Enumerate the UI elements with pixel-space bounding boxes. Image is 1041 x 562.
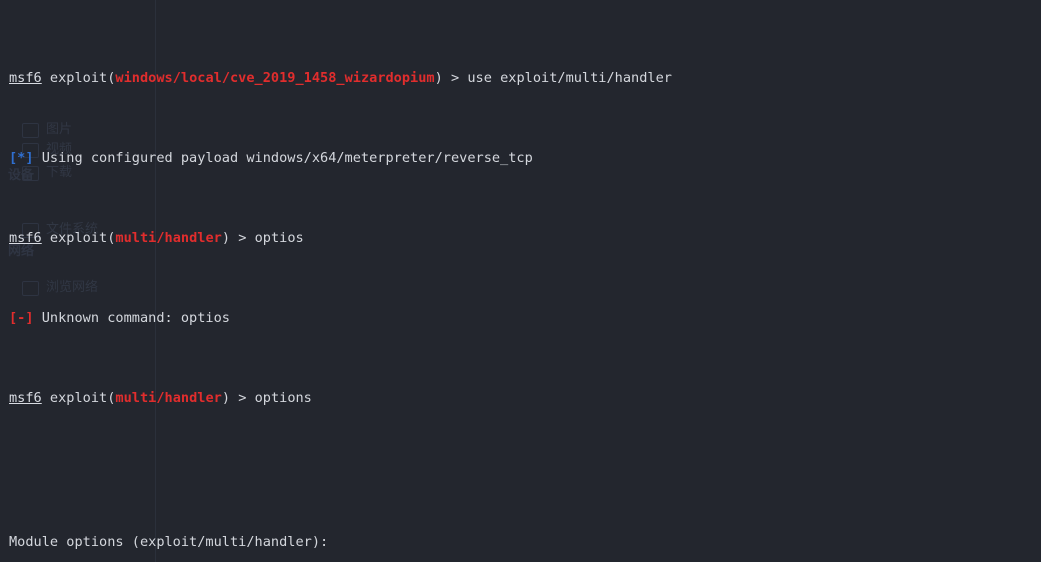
- prompt-exploit-word: exploit(: [41, 390, 116, 406]
- terminal-line-prompt-optios: msf6 exploit(multi/handler) > optios: [9, 230, 1041, 246]
- prompt-module-name: multi/handler: [115, 230, 222, 246]
- prompt-arrow: ) >: [221, 230, 255, 246]
- terminal-output[interactable]: msf6 exploit(windows/local/cve_2019_1458…: [0, 0, 1041, 562]
- prompt-exploit-word: exploit(: [41, 70, 116, 86]
- command-use: use exploit/multi/handler: [467, 70, 672, 86]
- prompt-user: msf6: [9, 70, 42, 86]
- terminal-window[interactable]: 设备 网络 图片 视频 下载 文件系统 浏览网络 msf6 exploit(wi…: [0, 0, 1041, 562]
- prompt-exploit-word: exploit(: [41, 230, 116, 246]
- prompt-user: msf6: [9, 390, 42, 406]
- status-tag-error: [-]: [9, 310, 34, 326]
- module-options-title: Module options (exploit/multi/handler):: [9, 534, 329, 550]
- prompt-arrow: ) >: [221, 390, 255, 406]
- command-optios: optios: [254, 230, 304, 246]
- prompt-arrow: ) >: [434, 70, 468, 86]
- terminal-line-using-payload: [*] Using configured payload windows/x64…: [9, 150, 1041, 166]
- unknown-command-text: Unknown command: optios: [33, 310, 230, 326]
- terminal-line-prompt-use: msf6 exploit(windows/local/cve_2019_1458…: [9, 70, 1041, 86]
- terminal-line-prompt-options: msf6 exploit(multi/handler) > options: [9, 390, 1041, 406]
- prompt-module-name: multi/handler: [115, 390, 222, 406]
- command-options: options: [254, 390, 312, 406]
- status-tag-info: [*]: [9, 150, 34, 166]
- using-payload-text: Using configured payload windows/x64/met…: [33, 150, 533, 166]
- prompt-user: msf6: [9, 230, 42, 246]
- prompt-module-name: windows/local/cve_2019_1458_wizardopium: [115, 70, 435, 86]
- terminal-line-unknown-command: [-] Unknown command: optios: [9, 310, 1041, 326]
